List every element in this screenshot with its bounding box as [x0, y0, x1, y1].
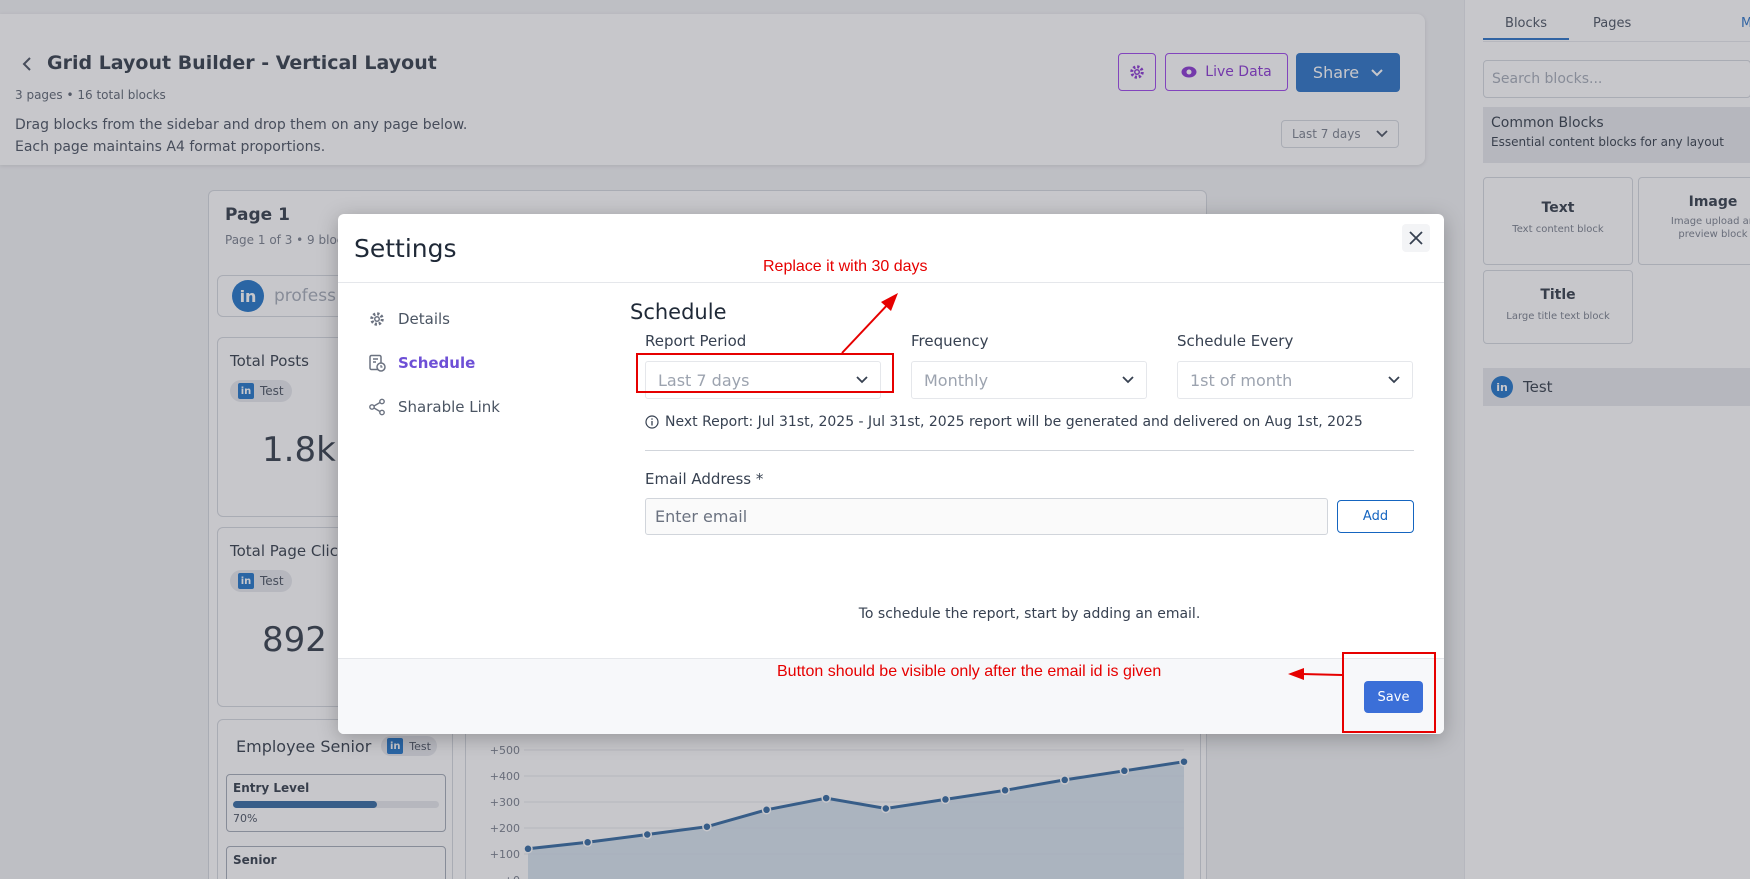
annotation-arrow: [1301, 673, 1343, 676]
annotation-arrowhead: [1288, 668, 1304, 680]
annotation-arrow: [841, 301, 891, 354]
annotation-arrows: [841, 293, 1343, 680]
